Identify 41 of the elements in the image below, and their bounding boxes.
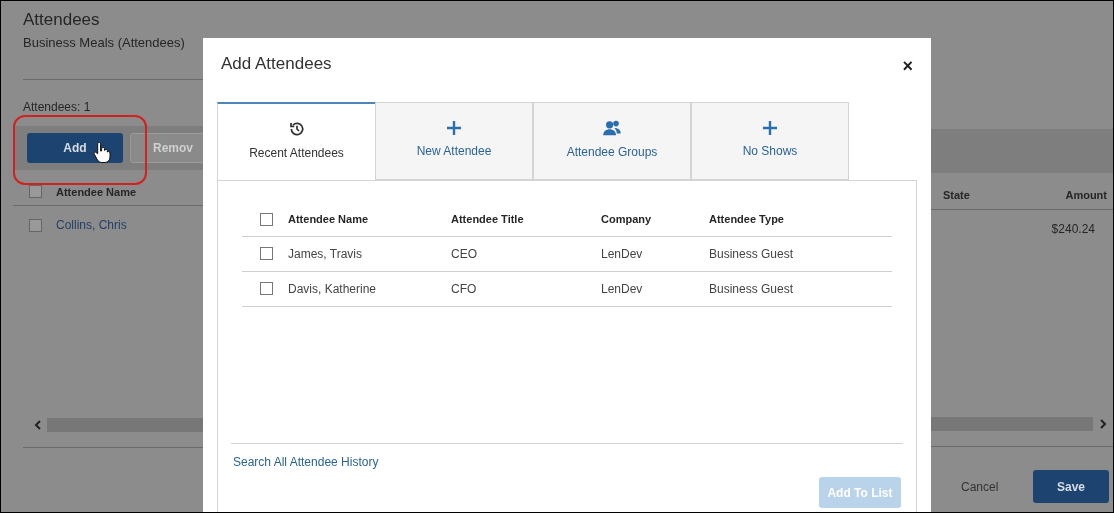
users-icon [602, 120, 622, 136]
column-header: Attendee Type [709, 211, 785, 227]
horizontal-scrollbar[interactable] [27, 418, 203, 432]
table-cell-text: Davis, Katherine [287, 280, 378, 298]
column-header: Attendee Title [451, 211, 525, 227]
column-header: Amount [1065, 188, 1107, 203]
close-button[interactable]: × [902, 56, 913, 75]
tab[interactable]: No Shows [691, 101, 849, 180]
column-header: Company [601, 211, 653, 227]
hand-cursor-icon [93, 141, 111, 163]
page-subtitle: Business Meals (Attendees) [23, 34, 186, 52]
tab[interactable]: Attendee Groups [533, 101, 691, 180]
plus-icon [763, 121, 777, 135]
search-history-link[interactable]: Search All Attendee History [233, 453, 379, 471]
table-cell-text: Business Guest [709, 280, 795, 298]
checkbox[interactable] [260, 212, 273, 226]
cancel-button[interactable]: Cancel [961, 477, 999, 496]
page-title: Attendees [23, 9, 101, 31]
table-cell-text: LenDev [601, 245, 644, 263]
save-button[interactable]: Save [1033, 470, 1109, 503]
column-header: Attendee Name [287, 211, 370, 227]
horizontal-scrollbar[interactable] [931, 417, 1113, 431]
table-cell-text: CFO [451, 280, 478, 298]
checkbox[interactable] [29, 218, 42, 232]
plus-icon [447, 121, 461, 135]
dialog-title: Add Attendees [221, 53, 332, 75]
table-cell-text: LenDev [601, 280, 644, 298]
history-icon [288, 121, 305, 137]
attendee-count: Attendees: 1 [22, 98, 92, 116]
attendee-link[interactable]: Collins, Chris [56, 216, 127, 234]
tab[interactable]: New Attendee [375, 101, 533, 180]
tab[interactable]: Recent Attendees [217, 101, 375, 180]
table-cell-text: CEO [451, 245, 478, 263]
amount-cell-text: $240.24 [1051, 220, 1095, 238]
checkbox[interactable] [29, 185, 42, 199]
table-cell-text: Business Guest [709, 245, 795, 263]
column-header: State [943, 188, 970, 203]
table-cell-text: James, Travis [287, 245, 363, 263]
checkbox[interactable] [260, 247, 273, 260]
column-header: Attendee Name [56, 184, 137, 200]
checkbox[interactable] [260, 282, 273, 295]
